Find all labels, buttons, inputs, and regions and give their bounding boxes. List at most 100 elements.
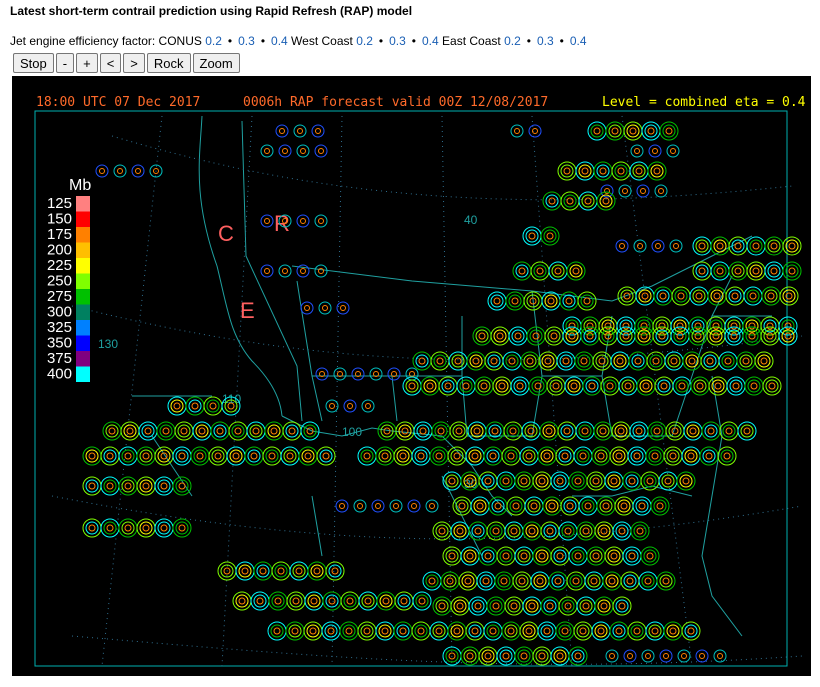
contrail-ring <box>600 527 608 535</box>
conus-0-4-link[interactable]: 0.4 <box>271 34 288 48</box>
region-letter-r: R <box>274 211 290 236</box>
contrail-ring <box>710 289 724 303</box>
contrail-ring <box>652 357 660 365</box>
contrail-ring <box>633 524 647 538</box>
contrail-ring <box>471 452 479 460</box>
contrail-ring <box>636 527 644 535</box>
contrail-ring <box>667 354 681 368</box>
contrail-ring <box>360 624 374 638</box>
west-coast-0-2-link[interactable]: 0.2 <box>356 34 373 48</box>
contrail-ring <box>686 424 700 438</box>
contrail-ring <box>517 549 531 563</box>
contrail-ring <box>144 427 152 435</box>
west-coast-0-3-link[interactable]: 0.3 <box>389 34 406 48</box>
contrail-ring <box>314 264 328 278</box>
contrail-ring <box>322 305 328 311</box>
contrail-ring <box>525 599 539 613</box>
contrail-ring <box>546 232 554 240</box>
contrail-ring <box>363 627 371 635</box>
rock-button[interactable]: Rock <box>146 53 191 73</box>
contrail-ring <box>462 382 470 390</box>
contrail-ring <box>461 574 475 588</box>
contrail-ring <box>411 503 417 509</box>
region-letter-e: E <box>240 298 255 323</box>
contrail-ring <box>517 649 531 663</box>
contrail-ring <box>606 382 614 390</box>
west-coast-0-4-link[interactable]: 0.4 <box>422 34 439 48</box>
contrail-ring <box>583 297 591 305</box>
contrail-ring <box>650 164 664 178</box>
legend-swatch <box>76 258 90 274</box>
contrail-ring <box>453 452 461 460</box>
conus-0-2-link[interactable]: 0.2 <box>205 34 222 48</box>
contrail-ring <box>428 577 436 585</box>
contrail-ring <box>450 624 464 638</box>
contrail-ring <box>572 267 580 275</box>
legend-level-label: 175 <box>47 226 72 243</box>
contrail-ring <box>142 524 150 532</box>
contrail-ring <box>587 574 601 588</box>
contrail-ring <box>389 499 403 513</box>
contrail-ring <box>582 602 590 610</box>
contrail-ring <box>579 627 587 635</box>
stop-button[interactable]: Stop <box>13 53 54 73</box>
contrail-ring <box>666 449 680 463</box>
contrail-ring <box>730 332 738 340</box>
faster-button[interactable]: + <box>76 53 98 73</box>
contrail-ring <box>581 499 595 513</box>
previous-frame-button[interactable]: < <box>99 53 122 73</box>
east-coast-0-3-link[interactable]: 0.3 <box>537 34 554 48</box>
contrail-ring <box>579 452 587 460</box>
contrail-ring <box>400 597 408 605</box>
contrail-ring <box>486 449 500 463</box>
contrail-ring <box>551 574 565 588</box>
contrail-ring <box>415 594 429 608</box>
contrail-ring <box>626 577 634 585</box>
contrail-ring <box>456 527 464 535</box>
contrail-ring <box>553 649 567 663</box>
contrail-ring <box>206 399 220 413</box>
contrail-map[interactable]: 18:00 UTC 07 Dec 2017 0006h RAP forecast… <box>12 76 811 676</box>
contrail-ring <box>546 527 554 535</box>
slower-button[interactable]: - <box>55 53 75 73</box>
legend-swatch <box>76 289 90 305</box>
animation-controls: Stop - + < > Rock Zoom <box>13 53 240 73</box>
contrail-ring <box>620 502 628 510</box>
east-coast-0-4-link[interactable]: 0.4 <box>570 34 587 48</box>
contrail-ring <box>278 144 292 158</box>
contrail-ring <box>734 267 742 275</box>
contrail-ring <box>318 218 324 224</box>
contrail-ring <box>211 449 225 463</box>
lon-label-100: 100 <box>342 425 362 439</box>
contrail-ring <box>695 292 703 300</box>
contrail-ring <box>687 627 695 635</box>
contrail-ring <box>611 127 619 135</box>
contrail-ring <box>209 402 217 410</box>
contrail-ring <box>732 382 740 390</box>
contrail-ring <box>712 332 720 340</box>
contrail-ring <box>608 124 622 138</box>
contrail-ring <box>121 449 135 463</box>
contrail-ring <box>582 527 590 535</box>
contrail-ring <box>264 268 270 274</box>
contrail-ring <box>556 477 564 485</box>
legend-level-label: 400 <box>47 366 72 383</box>
contrail-ring <box>497 574 511 588</box>
zoom-button[interactable]: Zoom <box>192 53 240 73</box>
contrail-ring <box>474 527 482 535</box>
contrail-ring <box>256 597 264 605</box>
contrail-ring <box>580 357 588 365</box>
conus-0-3-link[interactable]: 0.3 <box>238 34 255 48</box>
contrail-ring <box>435 627 443 635</box>
contrail-ring <box>282 148 288 154</box>
contrail-ring <box>548 197 556 205</box>
east-coast-0-2-link[interactable]: 0.2 <box>504 34 521 48</box>
next-frame-button[interactable]: > <box>123 53 145 73</box>
contrail-ring <box>275 124 289 138</box>
contrail-ring <box>105 424 119 438</box>
contrail-ring <box>459 379 473 393</box>
contrail-ring <box>621 379 635 393</box>
contrail-ring <box>117 168 123 174</box>
contrail-ring <box>477 379 491 393</box>
contrail-ring <box>453 524 467 538</box>
